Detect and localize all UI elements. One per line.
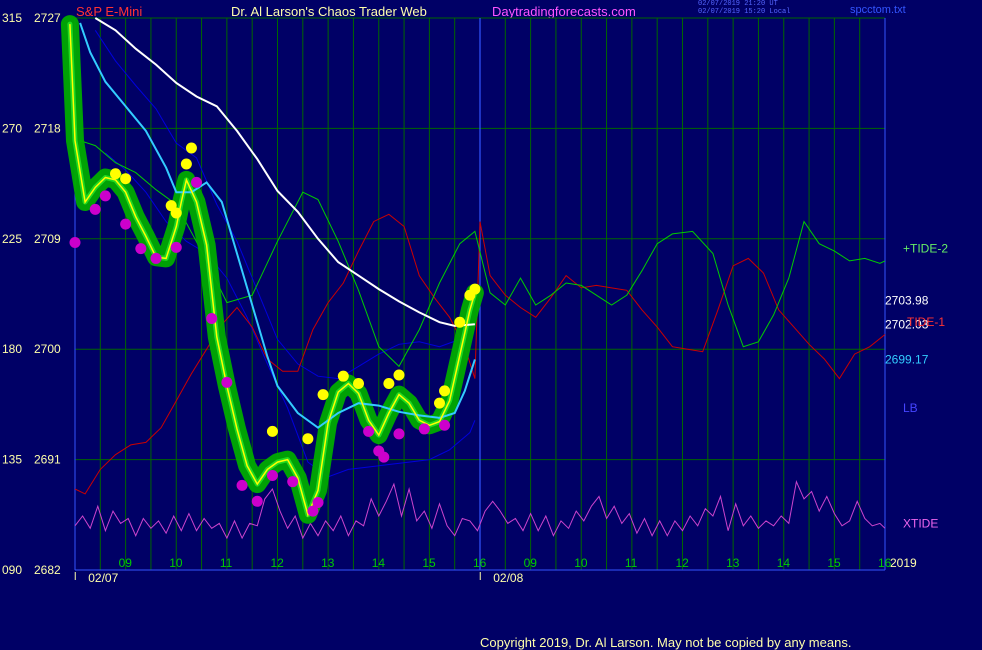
low-marker [312, 497, 324, 509]
y-tick-label-price: 2709 [34, 232, 61, 246]
x-tick-label: 11 [220, 556, 233, 570]
low-marker [236, 479, 248, 491]
high-marker [353, 378, 364, 390]
high-marker [439, 385, 451, 397]
band-top-line [94, 30, 476, 380]
low-marker [418, 423, 430, 435]
y-tick-label-price: 2718 [34, 121, 61, 135]
x-tick-label: 16 [473, 556, 487, 570]
y-tick-label-price: 2727 [34, 11, 61, 25]
low-marker [69, 236, 81, 248]
high-marker [302, 433, 314, 445]
high-marker [317, 389, 329, 401]
high-marker [266, 425, 278, 437]
white-average-line [94, 17, 475, 327]
x-tick-label: 13 [726, 556, 740, 570]
y-tick-label-price: 2700 [34, 342, 61, 356]
high-marker [469, 283, 481, 295]
year-label: 2019 [890, 556, 917, 570]
high-marker [383, 378, 395, 390]
x-tick-label: 12 [271, 556, 285, 570]
y-tick-label-oscillator: 090 [2, 563, 22, 577]
y-tick-label-price: 2682 [34, 563, 61, 577]
low-marker [99, 190, 111, 202]
price-line [69, 24, 476, 518]
x-tick-label: 15 [827, 556, 841, 570]
copyright-notice: Copyright 2019, Dr. Al Larson. May not b… [480, 635, 852, 650]
low-marker [191, 176, 202, 188]
price-glow [60, 15, 484, 524]
low-marker [221, 376, 233, 388]
y-tick-label-price: 2691 [34, 453, 61, 467]
x-tick-label: 12 [676, 556, 690, 570]
right-label: LB [903, 401, 918, 415]
right-label: 2703.98 [885, 293, 929, 307]
high-marker [454, 316, 466, 328]
low-marker [363, 425, 375, 437]
right-label: TIDE-1 [907, 315, 945, 329]
y-tick-label-oscillator: 180 [2, 342, 22, 356]
low-marker [206, 313, 218, 325]
x-tick-label: 10 [169, 556, 183, 570]
price-bars [67, 21, 478, 518]
high-marker [337, 370, 349, 382]
x-tick-label: 11 [625, 556, 638, 570]
low-marker [378, 451, 390, 463]
low-marker [393, 428, 405, 440]
y-tick-label-oscillator: 135 [2, 453, 22, 467]
low-marker [251, 495, 263, 507]
y-tick-label-oscillator: 315 [2, 11, 22, 25]
y-tick-label-oscillator: 270 [2, 121, 22, 135]
x-tick-label: 09 [524, 556, 538, 570]
high-marker [110, 168, 121, 180]
right-label: +TIDE-2 [903, 242, 948, 256]
high-marker [180, 158, 192, 170]
right-label: 2699.17 [885, 352, 929, 366]
low-marker [439, 419, 451, 431]
x-tick-label: 14 [777, 556, 791, 570]
right-label: XTIDE [903, 516, 938, 530]
high-marker [170, 207, 182, 219]
low-marker [170, 241, 182, 253]
x-tick-label: 10 [574, 556, 588, 570]
high-marker [434, 397, 445, 409]
high-marker [185, 142, 197, 154]
x-tick-label: 09 [119, 556, 133, 570]
low-marker [150, 252, 162, 264]
x-tick-label: 13 [321, 556, 335, 570]
low-marker [266, 470, 278, 482]
low-marker [120, 218, 132, 230]
low-marker [287, 476, 299, 488]
high-marker [120, 173, 132, 185]
low-marker [135, 243, 147, 255]
x-date-label: 02/08 [493, 571, 523, 585]
y-tick-label-oscillator: 225 [2, 232, 22, 246]
x-tick-label: 15 [422, 556, 436, 570]
low-marker [89, 203, 101, 215]
price-chart: 315 2727 270 2718 225 2709 180 2700 135 2691 090 26… [2, 11, 948, 585]
high-marker [393, 369, 405, 381]
x-tick-label: 14 [372, 556, 386, 570]
x-date-label: 02/07 [88, 571, 118, 585]
